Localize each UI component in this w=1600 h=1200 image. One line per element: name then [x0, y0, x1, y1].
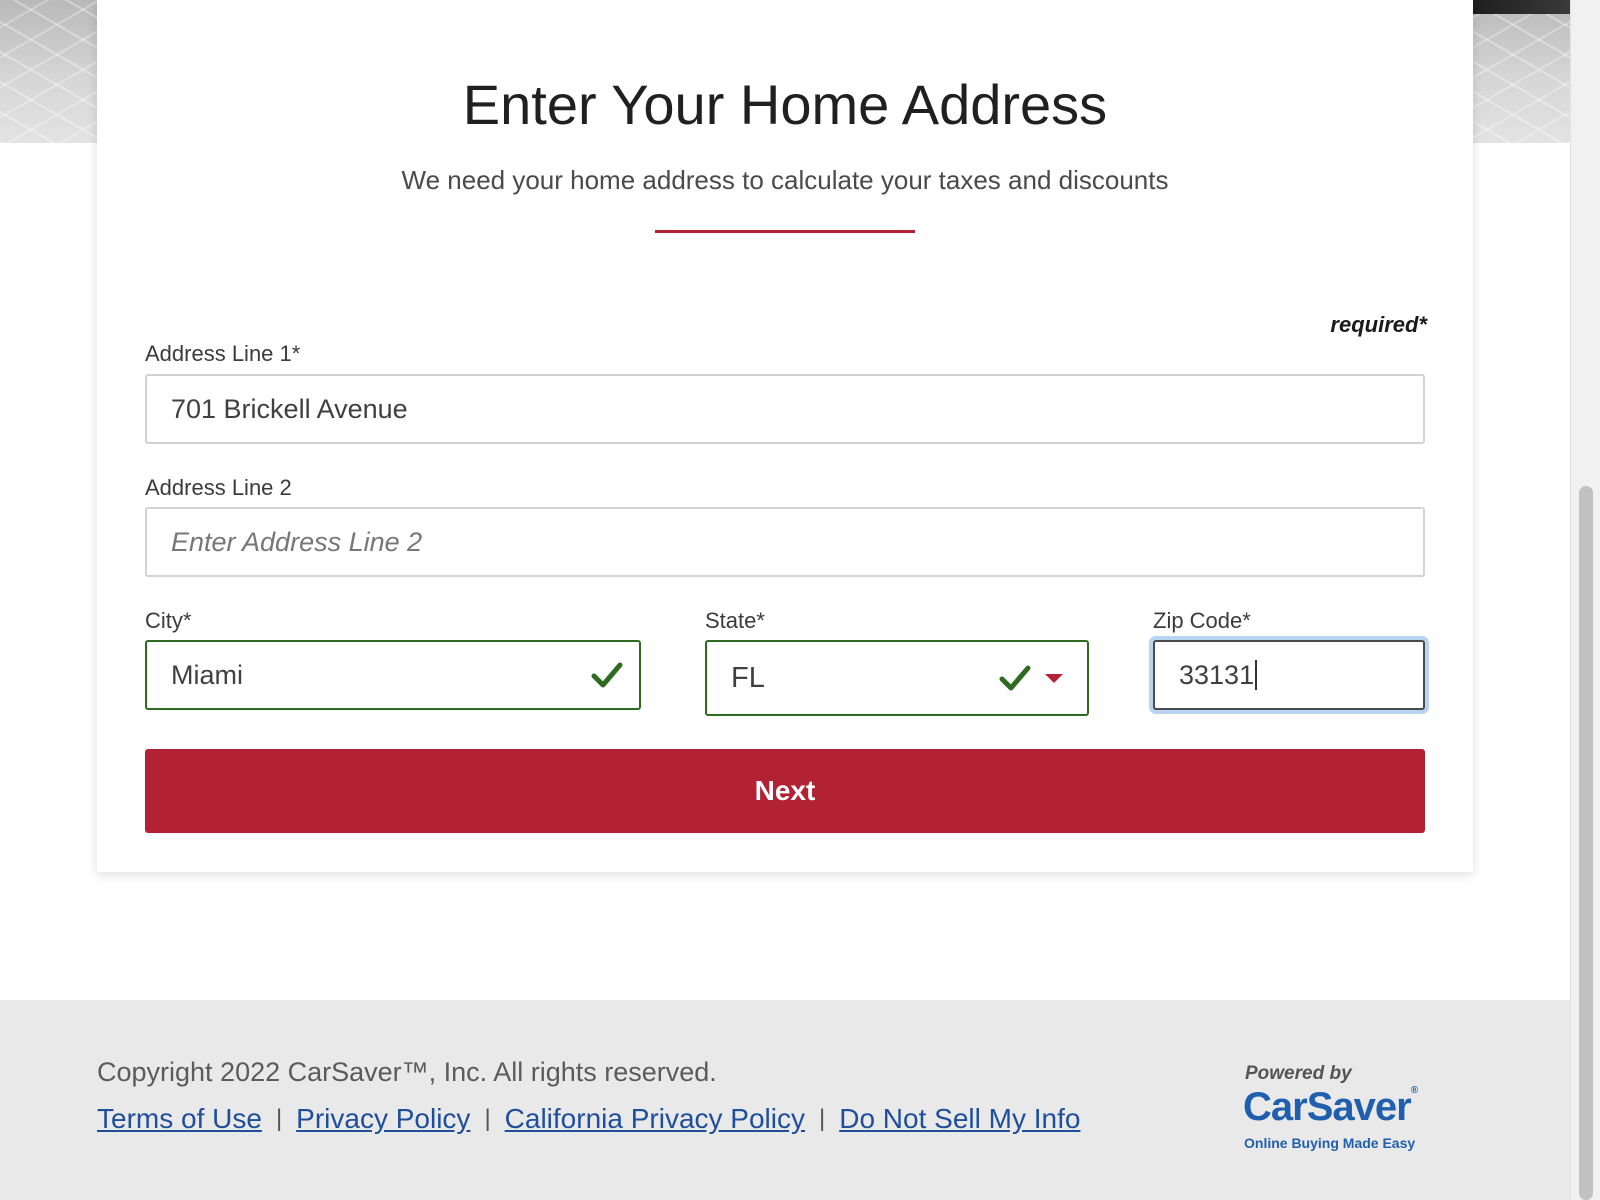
zip-code-field[interactable]: 33131 — [1153, 640, 1425, 710]
city-label: City* — [145, 608, 192, 633]
state-selected-value: FL — [731, 661, 765, 694]
brand-name: CarSaver — [1243, 1085, 1412, 1129]
terms-of-use-link[interactable]: Terms of Use — [97, 1103, 262, 1135]
address-line-1-field[interactable] — [145, 374, 1425, 444]
text-cursor — [1255, 660, 1258, 690]
scrollbar-thumb[interactable] — [1579, 486, 1593, 1200]
carsaver-tagline: Online Buying Made Easy — [1244, 1135, 1416, 1151]
check-icon — [591, 662, 623, 688]
state-select[interactable]: FL — [705, 640, 1089, 716]
check-icon — [999, 665, 1031, 691]
vertical-scrollbar[interactable] — [1570, 0, 1600, 1200]
city-field[interactable] — [145, 640, 641, 710]
address-line-1-label: Address Line 1* — [145, 341, 301, 366]
next-button[interactable]: Next — [145, 749, 1425, 833]
required-note: required* — [1330, 312, 1427, 337]
carsaver-logo-text: CarSaver® — [1243, 1085, 1418, 1130]
address-form-card: Enter Your Home Address We need your hom… — [97, 0, 1473, 872]
page: Enter Your Home Address We need your hom… — [0, 0, 1600, 1200]
link-separator: | — [819, 1105, 826, 1132]
chevron-down-icon[interactable] — [1045, 674, 1063, 683]
page-title: Enter Your Home Address — [462, 73, 1108, 136]
california-privacy-policy-link[interactable]: California Privacy Policy — [505, 1103, 805, 1135]
footer-links: Terms of Use | Privacy Policy | Californ… — [97, 1103, 1080, 1135]
address-line-1-input[interactable] — [171, 393, 1399, 425]
title-divider — [655, 230, 915, 233]
link-separator: | — [484, 1105, 491, 1132]
footer: Copyright 2022 CarSaver™, Inc. All right… — [0, 1000, 1570, 1200]
address-line-2-field[interactable] — [145, 507, 1425, 577]
address-line-2-input[interactable] — [171, 526, 1399, 558]
hero-background-dark-edge — [1470, 0, 1570, 14]
copyright-text: Copyright 2022 CarSaver™, Inc. All right… — [97, 1057, 717, 1087]
state-label: State* — [705, 608, 765, 633]
link-separator: | — [275, 1105, 283, 1132]
zip-code-input[interactable]: 33131 — [1179, 660, 1254, 691]
city-input[interactable] — [171, 659, 591, 691]
powered-by-text: Powered by — [1245, 1063, 1352, 1084]
page-subtitle: We need your home address to calculate y… — [401, 165, 1169, 195]
powered-by-carsaver-logo: Powered by CarSaver® Online Buying Made … — [1243, 1063, 1423, 1151]
do-not-sell-my-info-link[interactable]: Do Not Sell My Info — [839, 1103, 1080, 1135]
address-line-2-label: Address Line 2 — [145, 475, 292, 500]
zip-code-label: Zip Code* — [1153, 608, 1251, 633]
privacy-policy-link[interactable]: Privacy Policy — [296, 1103, 470, 1135]
registered-mark: ® — [1410, 1085, 1418, 1096]
